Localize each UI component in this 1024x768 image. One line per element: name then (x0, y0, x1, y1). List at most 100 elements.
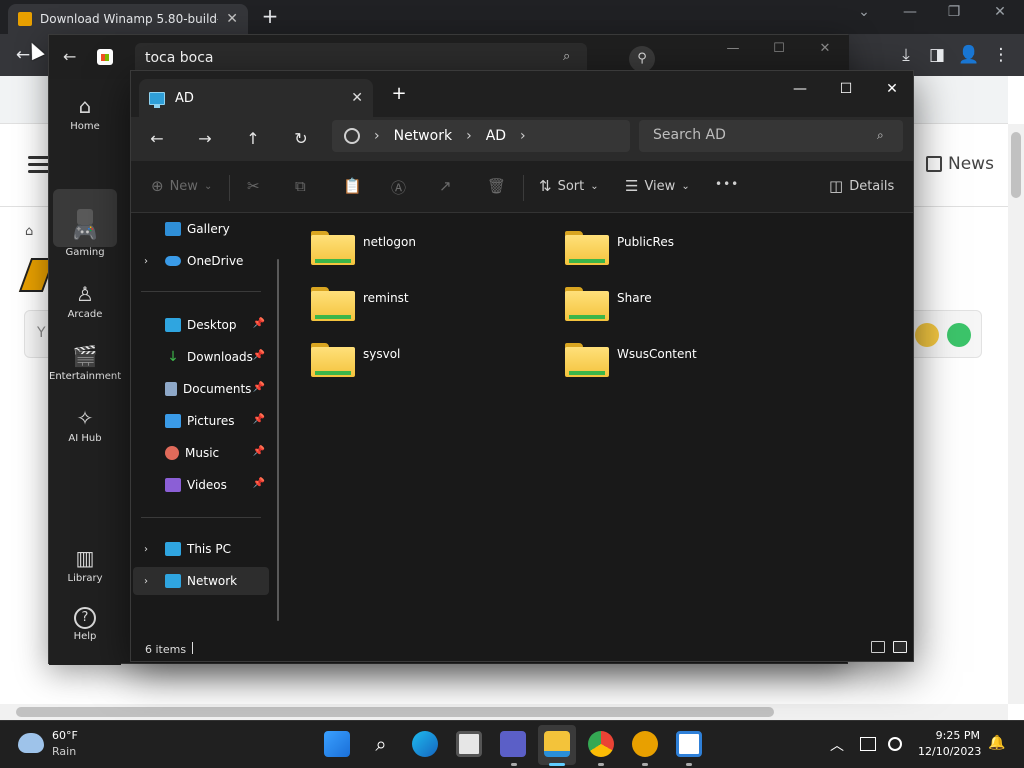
nav-up-button[interactable]: ↑ (239, 125, 267, 153)
copy-button[interactable]: ⧉ (295, 177, 306, 195)
chevron-right-icon[interactable]: › (133, 256, 159, 267)
folder-item[interactable]: sysvol (311, 339, 551, 387)
side-panel-button[interactable]: ◨ (924, 42, 950, 68)
explorer-minimize-button[interactable]: — (777, 75, 823, 103)
file-explorer-icon[interactable] (544, 731, 570, 757)
store-icon[interactable] (676, 731, 702, 757)
view-button[interactable]: ☰ View ⌄ (625, 177, 690, 195)
happy-face-icon[interactable] (947, 323, 971, 347)
weather-condition[interactable]: Rain (52, 745, 76, 758)
page-vertical-scroll-thumb[interactable] (1011, 132, 1021, 198)
search-icon[interactable]: ⌕ (563, 49, 570, 64)
breadcrumb-home-icon[interactable]: ⌂ (25, 224, 33, 239)
search-icon[interactable]: ⌕ (368, 731, 394, 757)
display-icon[interactable] (860, 737, 876, 751)
sidebar-item-desktop[interactable]: Desktop 📌 (133, 311, 269, 339)
close-tab-icon[interactable]: ✕ (351, 90, 363, 106)
chevron-right-icon[interactable]: › (374, 128, 380, 144)
chevron-right-icon[interactable]: › (520, 128, 526, 144)
browser-minimize-button[interactable]: — (888, 4, 932, 26)
nav-forward-button[interactable]: → (191, 125, 219, 153)
store-back-button[interactable]: ← (63, 47, 76, 66)
clock-date[interactable]: 12/10/2023 (918, 745, 981, 758)
browser-menu-button[interactable]: ⋮ (988, 42, 1014, 68)
chevron-right-icon[interactable]: › (133, 544, 159, 555)
sidebar-item-this-pc[interactable]: › This PC (133, 535, 269, 563)
folder-item[interactable]: WsusContent (565, 339, 805, 387)
profile-button[interactable]: 👤 (956, 42, 982, 68)
rain-cloud-icon[interactable] (18, 733, 44, 753)
sidebar-item-onedrive[interactable]: › OneDrive (133, 247, 269, 275)
edge-browser-icon[interactable] (412, 731, 438, 757)
paste-button[interactable]: 📋 (343, 177, 362, 195)
page-vertical-scrollbar[interactable] (1008, 124, 1024, 704)
winamp-icon[interactable] (632, 731, 658, 757)
sidebar-item-network[interactable]: › Network (133, 567, 269, 595)
browser-tab[interactable]: Download Winamp 5.80-build-3 ✕ (8, 4, 248, 34)
folder-item[interactable]: reminst (311, 283, 551, 331)
page-horizontal-scroll-thumb[interactable] (16, 707, 774, 717)
close-tab-icon[interactable]: ✕ (226, 11, 238, 27)
folder-item[interactable]: Share (565, 283, 805, 331)
sidebar-item-videos[interactable]: Videos 📌 (133, 471, 269, 499)
sidebar-item-pictures[interactable]: Pictures 📌 (133, 407, 269, 435)
store-nav-ai-hub[interactable]: ✧ AI Hub (49, 405, 121, 444)
nav-refresh-button[interactable]: ↻ (287, 125, 315, 153)
breadcrumb-ad[interactable]: AD (486, 128, 506, 144)
cut-button[interactable]: ✂ (247, 177, 260, 195)
store-minimize-button[interactable]: — (711, 41, 755, 61)
sidebar-item-music[interactable]: Music 📌 (133, 439, 269, 467)
share-button[interactable]: ↗ (439, 177, 452, 195)
explorer-new-tab-button[interactable]: + (387, 83, 411, 104)
navigation-pane-scrollbar[interactable] (277, 259, 279, 621)
chevron-right-icon[interactable]: › (133, 576, 159, 587)
show-hidden-icons-chevron-icon[interactable]: ︿ (830, 735, 844, 755)
details-button[interactable]: ◫ Details (829, 177, 894, 195)
rename-button[interactable]: Ⓐ (391, 177, 406, 198)
neutral-face-icon[interactable] (915, 323, 939, 347)
browser-restore-button[interactable]: ❐ (932, 4, 976, 26)
folder-item[interactable]: netlogon (311, 227, 551, 275)
store-nav-arcade[interactable]: ♙ Arcade (49, 281, 121, 320)
more-options-button[interactable]: ••• (715, 177, 739, 191)
account-icon[interactable]: ⚲ (629, 46, 655, 72)
teams-icon[interactable] (500, 731, 526, 757)
chevron-right-icon[interactable]: › (466, 128, 472, 144)
store-maximize-button[interactable]: ☐ (757, 41, 801, 61)
explorer-close-button[interactable]: ✕ (869, 75, 915, 103)
news-link[interactable]: News (926, 154, 994, 174)
explorer-search-input[interactable]: Search AD (639, 120, 903, 152)
explorer-maximize-button[interactable]: ☐ (823, 75, 869, 103)
explorer-tab[interactable]: AD ✕ (139, 79, 373, 117)
notification-bell-icon[interactable]: 🔔 (988, 735, 1005, 751)
breadcrumb-network[interactable]: Network (394, 128, 452, 144)
sidebar-item-downloads[interactable]: ↓ Downloads 📌 (133, 343, 269, 371)
volume-muted-icon[interactable] (888, 737, 902, 751)
weather-temperature[interactable]: 60°F (52, 729, 78, 742)
downloads-button[interactable]: ⤓ (893, 42, 919, 68)
store-nav-entertainment[interactable]: 🎬 Entertainment (49, 343, 121, 382)
store-nav-gaming[interactable]: 🎮 Gaming (49, 219, 121, 258)
details-view-icon[interactable] (871, 641, 885, 653)
folder-item[interactable]: PublicRes (565, 227, 805, 275)
sidebar-item-gallery[interactable]: Gallery (133, 215, 269, 243)
large-icons-view-icon[interactable] (893, 641, 907, 653)
store-nav-home[interactable]: ⌂ Home (49, 93, 121, 132)
clock-time[interactable]: 9:25 PM (918, 729, 980, 742)
store-nav-library[interactable]: ▥ Library (49, 545, 121, 584)
nav-back-button[interactable]: ← (143, 125, 171, 153)
address-field[interactable]: › Network › AD › (332, 120, 630, 152)
sidebar-item-documents[interactable]: Documents 📌 (133, 375, 269, 403)
hamburger-menu-icon[interactable] (28, 156, 50, 174)
store-nav-help[interactable]: ? Help (49, 607, 121, 642)
store-close-button[interactable]: ✕ (803, 41, 847, 61)
browser-close-button[interactable]: ✕ (978, 4, 1022, 26)
task-view-icon[interactable] (456, 731, 482, 757)
new-tab-button[interactable]: + (258, 4, 282, 30)
search-icon[interactable]: ⌕ (877, 128, 884, 143)
new-button[interactable]: ⊕ New ⌄ (151, 177, 212, 195)
start-icon[interactable] (324, 731, 350, 757)
delete-button[interactable]: 🗑 (487, 177, 506, 195)
chrome-icon[interactable] (588, 731, 614, 757)
sort-button[interactable]: ⇅ Sort ⌄ (539, 177, 599, 195)
